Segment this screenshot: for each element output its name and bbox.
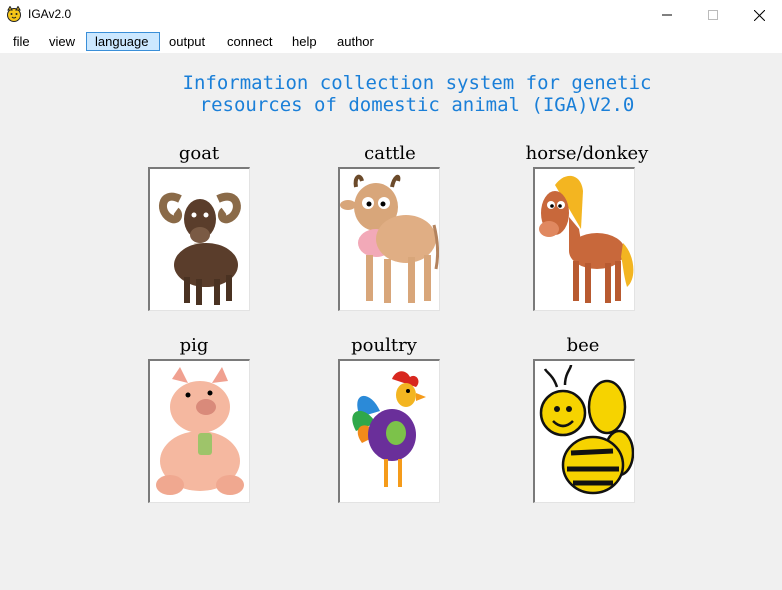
horse-donkey-button[interactable] [533,167,635,311]
menu-view[interactable]: view [41,32,83,51]
rooster-icon [352,371,426,487]
pig-button[interactable] [148,359,250,503]
minimize-icon [662,14,672,16]
menu-help[interactable]: help [284,32,325,51]
cattle-button[interactable] [338,167,440,311]
pig-icon [156,367,244,495]
menu-language[interactable]: language [86,32,160,51]
close-button[interactable] [736,0,782,30]
animal-label-goat: goat [178,143,220,164]
window-title: IGAv2.0 [28,7,72,21]
animal-label-horse-donkey: horse/donkey [525,143,649,164]
animal-label-cattle: cattle [364,143,416,164]
menu-connect[interactable]: connect [219,32,281,51]
menu-file[interactable]: file [5,32,38,51]
menu-author[interactable]: author [329,32,382,51]
cattle-icon [340,174,439,303]
maximize-icon [708,10,718,20]
bee-button[interactable] [533,359,635,503]
goat-icon [159,192,241,305]
animal-label-poultry: poultry [351,335,417,356]
menu-bar: file view language output connect help a… [0,30,782,53]
animal-label-bee: bee [566,335,600,356]
goat-button[interactable] [148,167,250,311]
horse-icon [539,175,634,303]
bee-icon [539,364,634,495]
heading-line-1: Information collection system for geneti… [182,72,652,94]
poultry-button[interactable] [338,359,440,503]
close-icon [753,9,765,21]
maximize-button[interactable] [690,0,736,30]
menu-output[interactable]: output [161,32,213,51]
heading-line-2: resources of domestic animal (IGA)V2.0 [199,94,635,116]
app-logo-icon [7,6,21,22]
minimize-button[interactable] [644,0,690,30]
title-bar: IGAv2.0 [0,0,782,30]
animal-label-pig: pig [179,335,209,356]
